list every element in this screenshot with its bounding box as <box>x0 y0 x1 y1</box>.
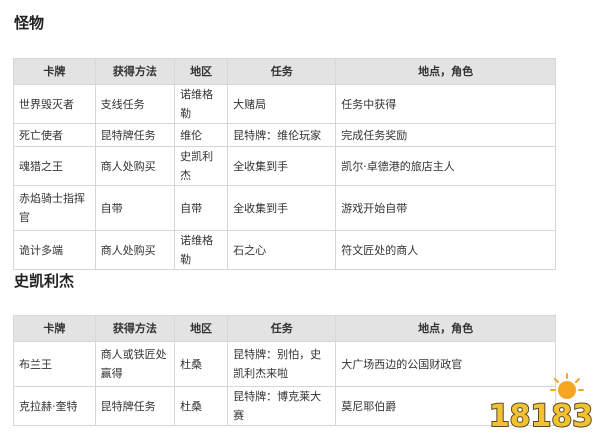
cell-card: 诡计多端 <box>13 230 96 270</box>
sun-icon <box>550 373 584 399</box>
cards-table-skellige: 卡牌 获得方法 地区 任务 地点，角色 布兰王 商人或铁匠处赢得 杜桑 昆特牌：… <box>13 315 556 426</box>
cell-method: 支线任务 <box>94 84 176 124</box>
header-card: 卡牌 <box>13 58 96 85</box>
header-method: 获得方法 <box>94 58 176 85</box>
header-quest: 任务 <box>227 58 337 85</box>
header-region: 地区 <box>174 315 229 342</box>
header-method: 获得方法 <box>94 315 176 342</box>
cell-card: 魂猎之王 <box>13 146 96 186</box>
table-row: 世界毁灭者 支线任务 诺维格勒 大赌局 任务中获得 <box>13 84 556 124</box>
cell-quest: 石之心 <box>227 230 337 270</box>
cell-method: 昆特牌任务 <box>94 123 176 147</box>
header-location: 地点，角色 <box>335 58 556 85</box>
cell-method: 商人或铁匠处赢得 <box>94 341 176 387</box>
cell-region: 杜桑 <box>174 341 229 387</box>
cell-quest: 昆特牌：博克莱大赛 <box>227 386 337 426</box>
cell-location: 凯尔·卓德港的旅店主人 <box>335 146 556 186</box>
cell-quest: 全收集到手 <box>227 146 337 186</box>
watermark-text: 18183 <box>489 399 593 434</box>
cell-region: 杜桑 <box>174 386 229 426</box>
cell-card: 赤焰骑士指挥官 <box>13 185 96 231</box>
table-header-row: 卡牌 获得方法 地区 任务 地点，角色 <box>13 58 556 85</box>
cell-quest: 昆特牌：别怕，史凯利杰来啦 <box>227 341 337 387</box>
cell-region: 维伦 <box>174 123 229 147</box>
cell-quest: 全收集到手 <box>227 185 337 231</box>
section-title-monsters: 怪物 <box>14 14 45 32</box>
cell-location: 任务中获得 <box>335 84 556 124</box>
cell-card: 死亡使者 <box>13 123 96 147</box>
cards-table-monsters: 卡牌 获得方法 地区 任务 地点，角色 世界毁灭者 支线任务 诺维格勒 大赌局 … <box>13 58 556 270</box>
cell-region: 诺维格勒 <box>174 230 229 270</box>
table-row: 赤焰骑士指挥官 自带 自带 全收集到手 游戏开始自带 <box>13 185 556 231</box>
table-row: 死亡使者 昆特牌任务 维伦 昆特牌：维伦玩家 完成任务奖励 <box>13 123 556 147</box>
cell-method: 昆特牌任务 <box>94 386 176 426</box>
header-location: 地点，角色 <box>335 315 556 342</box>
cell-location: 符文匠处的商人 <box>335 230 556 270</box>
header-region: 地区 <box>174 58 229 85</box>
header-card: 卡牌 <box>13 315 96 342</box>
section-title-skellige: 史凯利杰 <box>14 272 75 290</box>
cell-quest: 大赌局 <box>227 84 337 124</box>
cell-location: 完成任务奖励 <box>335 123 556 147</box>
cell-location: 游戏开始自带 <box>335 185 556 231</box>
watermark-logo: 18183 <box>488 373 594 435</box>
header-quest: 任务 <box>227 315 337 342</box>
cell-quest: 昆特牌：维伦玩家 <box>227 123 337 147</box>
cell-region: 诺维格勒 <box>174 84 229 124</box>
cell-method: 商人处购买 <box>94 146 176 186</box>
cell-card: 世界毁灭者 <box>13 84 96 124</box>
cell-region: 自带 <box>174 185 229 231</box>
table-row: 诡计多端 商人处购买 诺维格勒 石之心 符文匠处的商人 <box>13 230 556 270</box>
table-header-row: 卡牌 获得方法 地区 任务 地点，角色 <box>13 315 556 342</box>
cell-method: 商人处购买 <box>94 230 176 270</box>
cell-region: 史凯利杰 <box>174 146 229 186</box>
table-row: 克拉赫·奎特 昆特牌任务 杜桑 昆特牌：博克莱大赛 莫尼耶伯爵 <box>13 386 556 426</box>
table-row: 魂猎之王 商人处购买 史凯利杰 全收集到手 凯尔·卓德港的旅店主人 <box>13 146 556 186</box>
cell-card: 克拉赫·奎特 <box>13 386 96 426</box>
cell-method: 自带 <box>94 185 176 231</box>
cell-card: 布兰王 <box>13 341 96 387</box>
table-row: 布兰王 商人或铁匠处赢得 杜桑 昆特牌：别怕，史凯利杰来啦 大广场西边的公国财政… <box>13 341 556 387</box>
